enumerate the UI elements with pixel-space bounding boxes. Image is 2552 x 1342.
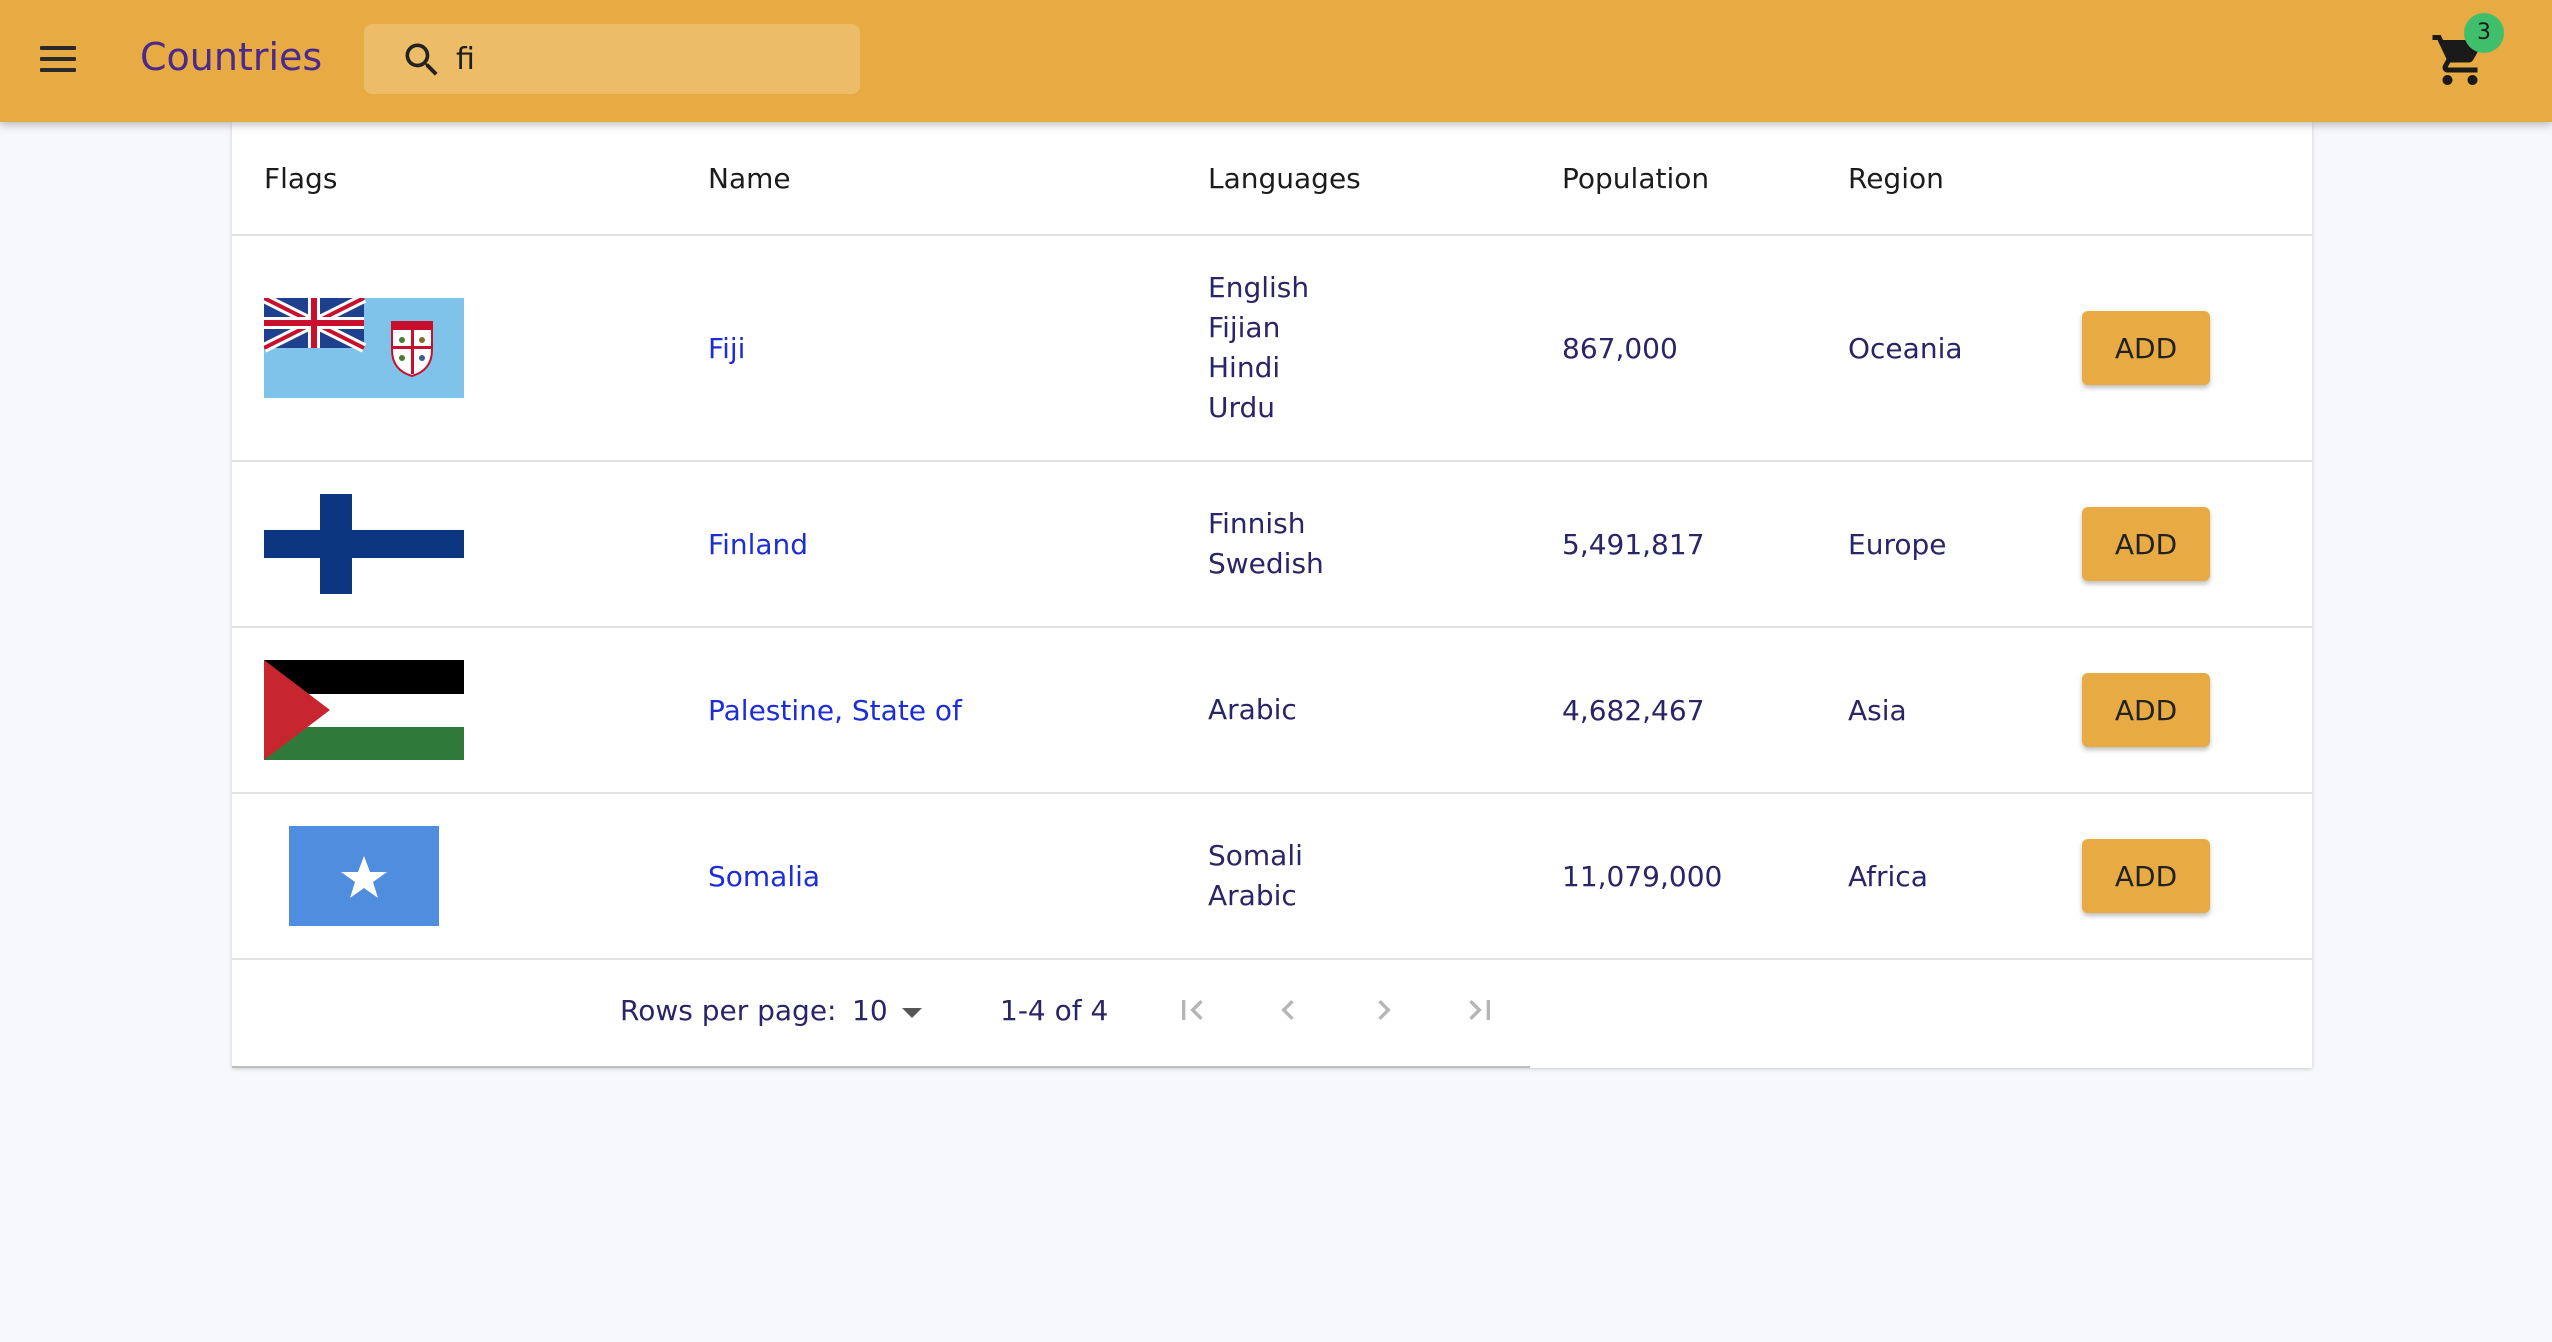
languages-cell: English Fijian Hindi Urdu	[1208, 236, 1548, 460]
cart-count-badge: 3	[2464, 13, 2504, 53]
fiji-flag-icon	[264, 298, 464, 398]
language-item: English	[1208, 271, 1310, 304]
header-region: Region	[1848, 161, 1944, 195]
add-button[interactable]: ADD	[2082, 311, 2210, 385]
table-row: Somalia Somali Arabic 11,079,000 Africa …	[232, 794, 2312, 960]
action-cell: ADD	[2082, 794, 2262, 958]
language-item: Hindi	[1208, 351, 1281, 384]
population-cell: 5,491,817	[1562, 527, 1705, 561]
language-item: Somali	[1208, 839, 1303, 872]
country-name-link[interactable]: Somalia	[708, 860, 820, 893]
country-name-link[interactable]: Fiji	[708, 332, 745, 365]
language-item: Swedish	[1208, 547, 1324, 580]
population-cell: 11,079,000	[1562, 859, 1723, 893]
language-item: Arabic	[1208, 879, 1297, 912]
rows-per-page-select[interactable]: 10	[852, 994, 888, 1027]
app-bar: Countries 3	[0, 0, 2552, 122]
search-icon	[405, 43, 438, 76]
languages-cell: Arabic	[1208, 628, 1548, 792]
pagination-range: 1-4 of 4	[1000, 994, 1109, 1027]
action-cell: ADD	[2082, 236, 2262, 460]
action-cell: ADD	[2082, 628, 2262, 792]
flag-cell	[264, 628, 564, 792]
language-item: Fijian	[1208, 311, 1281, 344]
header-languages: Languages	[1208, 161, 1361, 195]
header-flags: Flags	[264, 161, 338, 195]
region-cell: Oceania	[1848, 331, 1963, 365]
countries-table-card: Flags Name Languages Population Region F…	[232, 122, 2312, 1068]
flag-cell	[264, 462, 564, 626]
region-cell: Europe	[1848, 527, 1947, 561]
country-name-cell: Finland	[708, 462, 1188, 626]
population-cell: 4,682,467	[1562, 693, 1705, 727]
flag-cell	[264, 236, 564, 460]
add-button[interactable]: ADD	[2082, 839, 2210, 913]
country-name-link[interactable]: Palestine, State of	[708, 694, 962, 727]
next-page-icon[interactable]	[1364, 990, 1404, 1030]
country-name-cell: Somalia	[708, 794, 1188, 958]
country-name-cell: Fiji	[708, 236, 1188, 460]
first-page-icon[interactable]	[1172, 990, 1212, 1030]
table-header-row: Flags Name Languages Population Region	[232, 122, 2312, 236]
header-name: Name	[708, 161, 791, 195]
palestine-flag-icon	[264, 660, 464, 760]
dropdown-caret-icon[interactable]	[902, 1008, 922, 1018]
languages-cell: Finnish Swedish	[1208, 462, 1548, 626]
header-population: Population	[1562, 161, 1710, 195]
app-title: Countries	[140, 35, 323, 79]
language-item: Urdu	[1208, 391, 1276, 424]
region-cell: Asia	[1848, 693, 1907, 727]
languages-cell: Somali Arabic	[1208, 794, 1548, 958]
rows-per-page-label: Rows per page:	[620, 994, 837, 1027]
country-name-cell: Palestine, State of	[708, 628, 1188, 792]
flag-cell	[264, 794, 564, 958]
population-cell: 867,000	[1562, 331, 1678, 365]
menu-icon[interactable]	[36, 40, 84, 80]
table-row: Finland Finnish Swedish 5,491,817 Europe…	[232, 462, 2312, 628]
somalia-flag-icon	[289, 826, 439, 926]
country-name-link[interactable]: Finland	[708, 528, 808, 561]
language-item: Finnish	[1208, 507, 1306, 540]
search-input[interactable]	[456, 34, 836, 84]
search-box[interactable]	[364, 24, 860, 94]
add-button[interactable]: ADD	[2082, 673, 2210, 747]
previous-page-icon[interactable]	[1268, 990, 1308, 1030]
region-cell: Africa	[1848, 859, 1928, 893]
horizontal-scrollbar[interactable]	[232, 1066, 1530, 1068]
last-page-icon[interactable]	[1460, 990, 1500, 1030]
table-row: Palestine, State of Arabic 4,682,467 Asi…	[232, 628, 2312, 794]
add-button[interactable]: ADD	[2082, 507, 2210, 581]
finland-flag-icon	[264, 494, 464, 594]
table-pagination: Rows per page: 10 1-4 of 4	[232, 960, 2312, 1066]
action-cell: ADD	[2082, 462, 2262, 626]
language-item: Arabic	[1208, 693, 1297, 726]
table-row: Fiji English Fijian Hindi Urdu 867,000 O…	[232, 236, 2312, 462]
